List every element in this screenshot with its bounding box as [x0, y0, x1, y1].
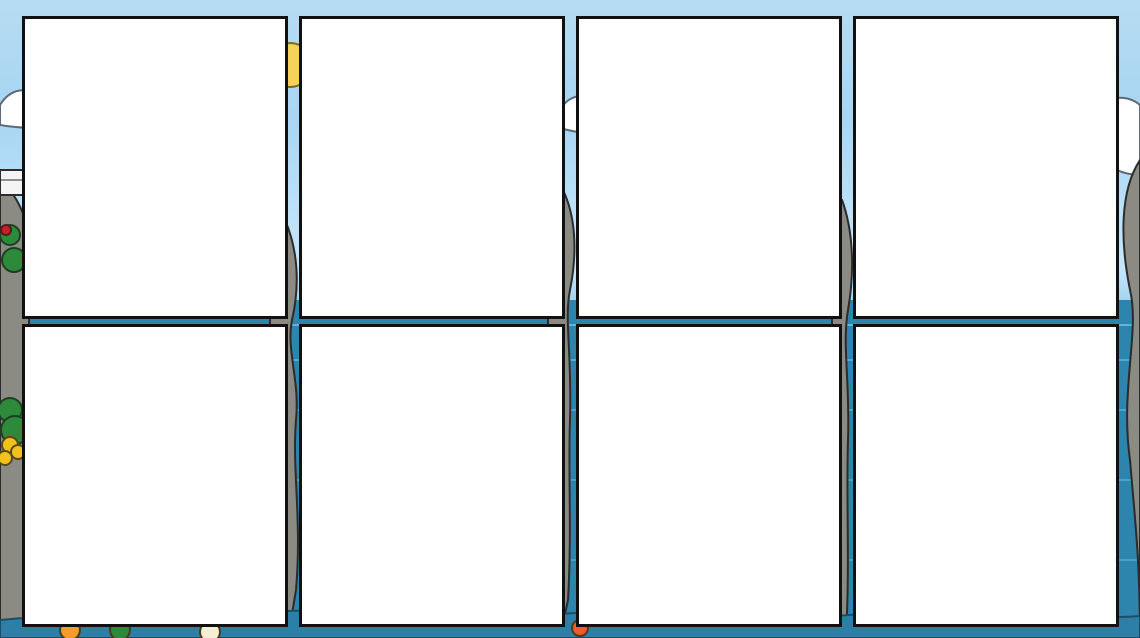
panel-7[interactable]: [576, 324, 842, 627]
building-left: [0, 169, 25, 196]
panel-1[interactable]: [22, 16, 288, 319]
panel-6[interactable]: [299, 324, 565, 627]
flower-red: [0, 224, 12, 236]
comic-panel-grid: [22, 16, 1120, 627]
panel-4[interactable]: [853, 16, 1119, 319]
panel-5[interactable]: [22, 324, 288, 627]
panel-3[interactable]: [576, 16, 842, 319]
panel-8[interactable]: [853, 324, 1119, 627]
panel-2[interactable]: [299, 16, 565, 319]
